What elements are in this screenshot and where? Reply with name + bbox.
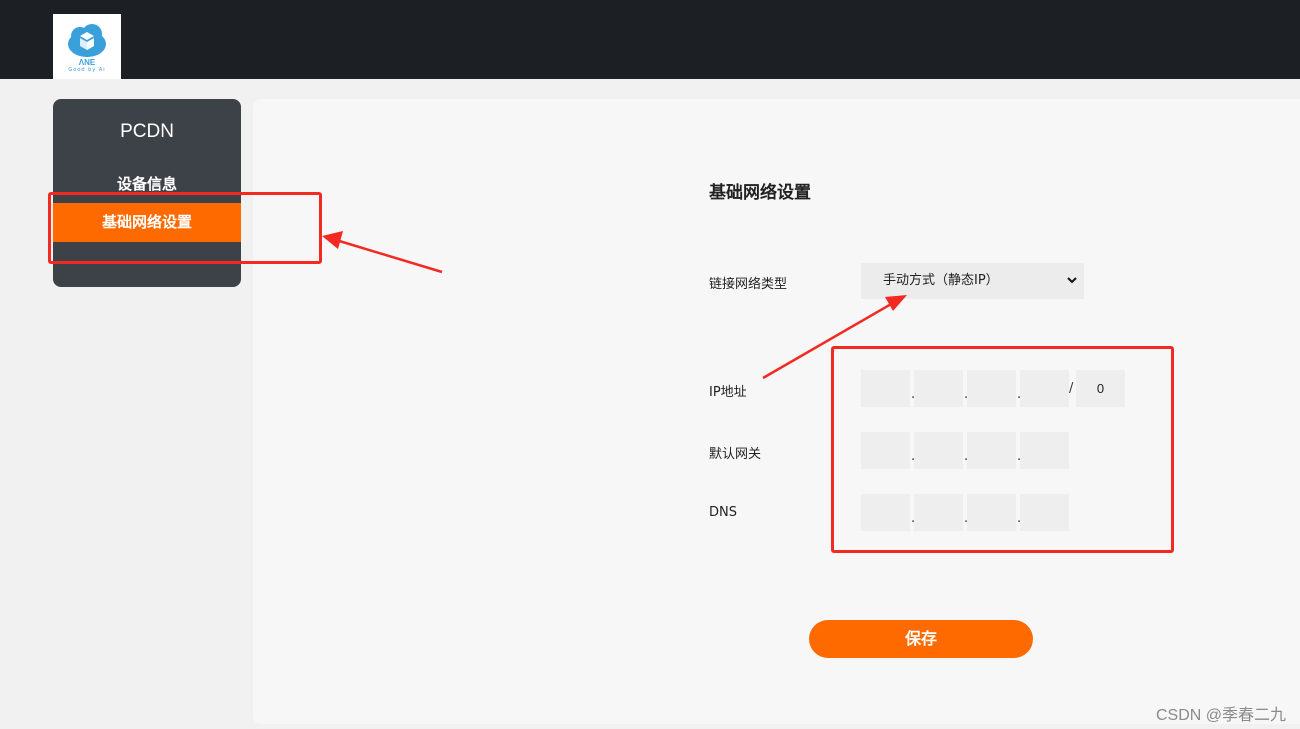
annotation-highlight-sidebar	[48, 192, 322, 264]
watermark: CSDN @季春二九	[1155, 707, 1286, 724]
cloud-logo-icon: ΛNE	[68, 24, 106, 67]
link-type-select[interactable]: 手动方式（静态IP）	[861, 263, 1084, 299]
ip-address-label: IP地址	[709, 385, 747, 400]
sidebar-title: PCDN	[120, 121, 174, 142]
logo-tagline: Good by Ai	[68, 67, 106, 73]
top-bar: ΛNE Good by Ai	[0, 0, 1300, 79]
logo: ΛNE Good by Ai	[53, 14, 121, 79]
link-type-selected-value: 手动方式（静态IP）	[883, 273, 999, 288]
annotation-highlight-ip-fields	[831, 346, 1174, 553]
link-type-label: 链接网络类型	[709, 277, 788, 292]
svg-text:ΛNE: ΛNE	[79, 58, 96, 67]
chevron-down-icon	[1067, 277, 1077, 284]
page-title: 基础网络设置	[709, 183, 811, 203]
dns-label: DNS	[709, 505, 737, 520]
gateway-label: 默认网关	[709, 447, 762, 462]
save-button[interactable]: 保存	[809, 620, 1033, 658]
